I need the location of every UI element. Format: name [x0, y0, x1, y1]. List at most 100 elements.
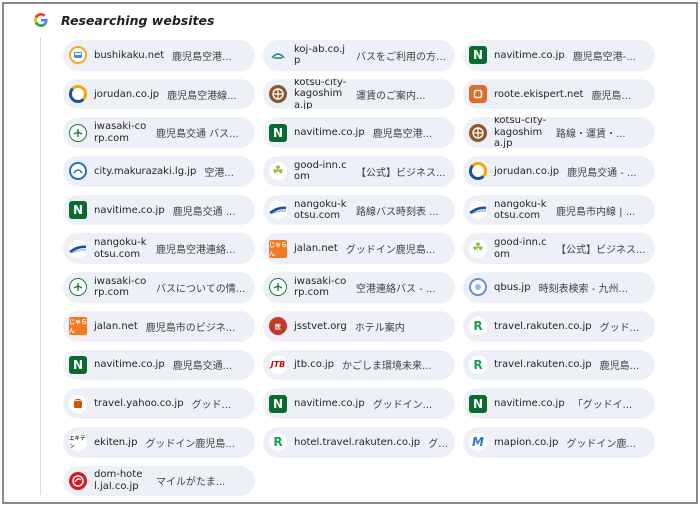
source-title: グッド...: [599, 322, 640, 334]
source-domain: iwasaki-corp.com: [94, 121, 147, 144]
source-domain: kotsu-city-kagoshima.jp: [294, 78, 347, 110]
source-domain: hotel.travel.rakuten.co.jp: [294, 436, 421, 448]
ekispert-icon: [469, 85, 487, 104]
source-chip[interactable]: Mmapion.co.jp グッドイン鹿...: [463, 426, 655, 458]
source-title: 鹿児島空港線...: [167, 90, 237, 102]
source-domain: dom-hotel.jal.co.jp: [94, 469, 143, 492]
source-domain: jalan.net: [294, 243, 338, 255]
source-title: グッドイン鹿児島...: [345, 245, 436, 257]
jtb-icon: JTB: [269, 355, 287, 374]
navitime-icon: N: [469, 46, 487, 65]
source-title: 鹿児島空港連絡...: [156, 245, 236, 257]
source-title: 「グッドイ...: [572, 400, 633, 412]
research-panel: Researching websites bushikaku.net 鹿児島空港.…: [2, 2, 698, 504]
iwasaki-icon: [69, 278, 87, 297]
iwasaki-icon: [69, 123, 87, 142]
source-chip[interactable]: Nnavitime.co.jp 鹿児島交通 ...: [63, 194, 255, 226]
jorudan-icon: [469, 162, 487, 181]
source-chip[interactable]: Rtravel.rakuten.co.jp グッド...: [463, 310, 655, 342]
timeline-line: [40, 37, 41, 495]
navitime-icon: N: [269, 123, 287, 142]
navitime-icon: N: [269, 394, 287, 413]
source-domain: city.makurazaki.lg.jp: [94, 165, 197, 177]
source-chip[interactable]: iwasaki-corp.com バスについての情...: [63, 272, 255, 303]
source-chip[interactable]: Rtravel.rakuten.co.jp 鹿児島...: [463, 349, 655, 381]
source-domain: travel.rakuten.co.jp: [494, 359, 592, 371]
source-domain: nangoku-kotsu.com: [94, 237, 147, 260]
source-domain: nangoku-kotsu.com: [494, 198, 547, 222]
source-title: 鹿児島交通 ...: [172, 206, 236, 218]
good-inn-icon: ☘: [269, 162, 287, 181]
source-chip[interactable]: travel.yahoo.co.jp グッド...: [63, 388, 255, 419]
source-domain: nangoku-kotsu.com: [294, 198, 347, 222]
source-chip[interactable]: じゃらん jalan.net 鹿児島市のビジネ...: [63, 310, 255, 342]
source-title: 鹿児島...: [599, 361, 640, 373]
source-domain: good-inn.com: [494, 237, 547, 260]
source-title: グッドイン鹿児島...: [145, 438, 235, 450]
jal-icon: [69, 471, 87, 490]
source-chip[interactable]: dom-hotel.jal.co.jp マイルがたま...: [63, 465, 255, 497]
good-inn-icon: ☘: [469, 239, 487, 258]
source-chip[interactable]: ☘ good-inn.com 【公式】ビジネス...: [263, 156, 455, 187]
source-domain: travel.rakuten.co.jp: [494, 320, 592, 332]
source-chip[interactable]: Nnavitime.co.jp 鹿児島空港...: [263, 117, 455, 149]
source-title: 鹿児島交通...: [172, 361, 233, 373]
source-title: バスをご利用の方 ...: [356, 51, 447, 63]
source-chip[interactable]: koj-ab.co.jp バスをご利用の方 ...: [263, 40, 455, 71]
source-domain: koj-ab.co.jp: [294, 43, 345, 67]
source-chip[interactable]: nangoku-kotsu.com 鹿児島市内線 | ...: [463, 194, 655, 226]
source-title: 路線バス時刻表 ...: [356, 206, 439, 218]
source-domain: jalan.net: [94, 320, 138, 332]
source-title: グッドイン...: [372, 400, 433, 412]
source-chip[interactable]: bushikaku.net 鹿児島空港...: [63, 40, 255, 71]
source-chip[interactable]: city.makurazaki.lg.jp 空港...: [63, 156, 255, 187]
research-header: Researching websites: [34, 11, 214, 29]
source-chip[interactable]: ☘ good-inn.com 【公式】ビジネス...: [463, 233, 655, 265]
jalan-icon: じゃらん: [69, 317, 87, 336]
source-chip[interactable]: Rhotel.travel.rakuten.co.jp グ...: [263, 426, 455, 458]
source-chip[interactable]: kotsu-city-kagoshima.jp 路線・運賃・...: [463, 117, 655, 149]
source-title: 時刻表検索 - 九州...: [538, 283, 629, 295]
source-chip[interactable]: Nnavitime.co.jp 鹿児島空港-...: [463, 40, 655, 71]
source-title: 鹿児島交通 バス...: [156, 129, 239, 141]
qbus-icon: [469, 278, 487, 297]
source-title: 鹿児島空港-...: [572, 51, 636, 63]
kotsu-city-icon: [469, 123, 487, 142]
source-chip[interactable]: nangoku-kotsu.com 鹿児島空港連絡...: [63, 233, 255, 265]
sources-grid: bushikaku.net 鹿児島空港... koj-ab.co.jp バスをご利用の…: [63, 40, 657, 497]
source-domain: navitime.co.jp: [294, 398, 365, 410]
source-domain: jsstvet.org: [294, 320, 347, 332]
jalan-icon: じゃらん: [269, 239, 287, 258]
source-chip[interactable]: qbus.jp 時刻表検索 - 九州...: [463, 272, 655, 303]
source-chip[interactable]: jorudan.co.jp 鹿児島空港線...: [63, 78, 255, 110]
source-chip[interactable]: iwasaki-corp.com 空港連絡バス - ...: [263, 272, 455, 303]
jorudan-icon: [69, 85, 87, 104]
navitime-icon: N: [69, 201, 87, 220]
makurazaki-icon: [69, 162, 87, 181]
source-chip[interactable]: JTB jtb.co.jp かごしま環境未来...: [263, 349, 455, 381]
source-title: 空港連絡バス - ...: [356, 283, 436, 295]
source-chip[interactable]: jorudan.co.jp 鹿児島交通 - ...: [463, 156, 655, 187]
source-chip[interactable]: Nnavitime.co.jp 鹿児島交通...: [63, 349, 255, 381]
source-title: 運賃のご案内...: [356, 90, 426, 102]
source-domain: jorudan.co.jp: [94, 88, 160, 100]
source-chip[interactable]: エキテン ekiten.jp グッドイン鹿児島...: [63, 426, 255, 458]
source-title: グッドイン鹿...: [566, 438, 636, 450]
source-domain: good-inn.com: [294, 159, 347, 183]
source-title: グ...: [428, 438, 447, 450]
source-chip[interactable]: 医 jsstvet.org ホテル案内: [263, 310, 455, 342]
ekiten-icon: エキテン: [69, 433, 87, 452]
source-title: 路線・運賃・...: [556, 129, 626, 141]
nangoku-icon: [69, 239, 87, 258]
source-chip[interactable]: nangoku-kotsu.com 路線バス時刻表 ...: [263, 194, 455, 226]
source-chip[interactable]: iwasaki-corp.com 鹿児島交通 バス...: [63, 117, 255, 149]
iwasaki-icon: [269, 278, 287, 297]
koj-icon: [269, 46, 287, 65]
source-chip[interactable]: kotsu-city-kagoshima.jp 運賃のご案内...: [263, 78, 455, 110]
source-chip[interactable]: Nnavitime.co.jp グッドイン...: [263, 388, 455, 419]
source-title: 鹿児島市内線 | ...: [556, 206, 636, 218]
source-chip[interactable]: じゃらん jalan.net グッドイン鹿児島...: [263, 233, 455, 265]
source-chip[interactable]: Nnavitime.co.jp 「グッドイ...: [463, 388, 655, 419]
mapion-icon: M: [469, 433, 487, 452]
source-chip[interactable]: roote.ekispert.net 鹿児島...: [463, 78, 655, 110]
